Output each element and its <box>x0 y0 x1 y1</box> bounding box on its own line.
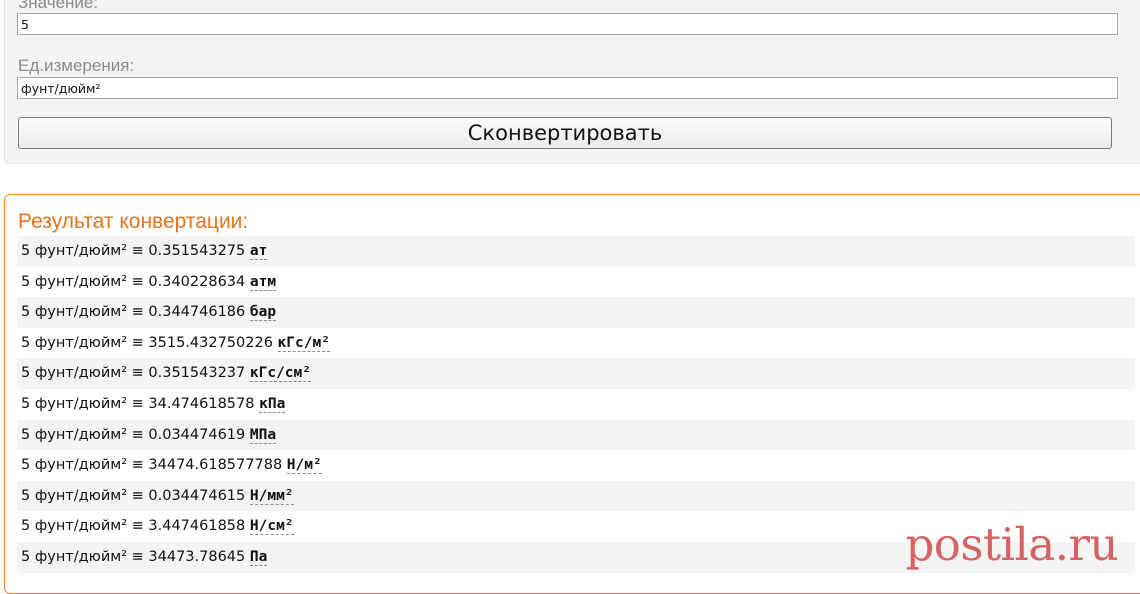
result-text: 5 фунт/дюйм² ≡ 0.351543237 <box>21 365 250 382</box>
convert-button[interactable]: Сконвертировать <box>18 117 1112 149</box>
unit-input[interactable] <box>17 77 1118 99</box>
result-row: 5 фунт/дюйм² ≡ 3515.432750226 кГс/м² <box>17 327 1135 359</box>
result-text: 5 фунт/дюйм² ≡ 34.474618578 <box>21 395 260 412</box>
result-row: 5 фунт/дюйм² ≡ 0.344746186 бар <box>17 297 1135 328</box>
unit-abbreviation[interactable]: Па <box>249 548 268 566</box>
result-text: 5 фунт/дюйм² ≡ 0.344746186 <box>21 304 250 321</box>
result-row: 5 фунт/дюйм² ≡ 0.034474615 Н/мм² <box>17 480 1135 512</box>
result-row: 5 фунт/дюйм² ≡ 0.351543237 кГс/см² <box>17 358 1135 389</box>
unit-abbreviation[interactable]: Н/см² <box>249 518 294 536</box>
result-text: 5 фунт/дюйм² ≡ 0.034474619 <box>21 426 250 443</box>
unit-abbreviation[interactable]: атм <box>249 273 277 291</box>
unit-abbreviation[interactable]: кГс/м² <box>277 334 330 352</box>
value-input[interactable] <box>17 13 1118 35</box>
result-text: 5 фунт/дюйм² ≡ 3.447461858 <box>21 518 250 535</box>
result-text: 5 фунт/дюйм² ≡ 34473.78645 <box>21 548 250 565</box>
unit-abbreviation[interactable]: кПа <box>259 395 286 413</box>
result-text: 5 фунт/дюйм² ≡ 3515.432750226 <box>21 334 278 351</box>
result-text: 5 фунт/дюйм² ≡ 0.340228634 <box>21 273 250 290</box>
result-row: 5 фунт/дюйм² ≡ 34474.618577788 Н/м² <box>17 450 1135 481</box>
result-row: 5 фунт/дюйм² ≡ 0.034474619 МПа <box>17 419 1135 451</box>
result-title: Результат конвертации: <box>18 210 249 233</box>
result-text: 5 фунт/дюйм² ≡ 0.034474615 <box>21 487 250 504</box>
result-row: 5 фунт/дюйм² ≡ 0.340228634 атм <box>17 266 1135 298</box>
result-text: 5 фунт/дюйм² ≡ 0.351543275 <box>21 243 250 259</box>
unit-abbreviation[interactable]: бар <box>249 304 277 322</box>
result-text: 5 фунт/дюйм² ≡ 34474.618577788 <box>21 457 287 474</box>
result-row: 5 фунт/дюйм² ≡ 0.351543275 ат <box>17 236 1135 267</box>
unit-label: Ед.измерения: <box>18 56 135 75</box>
result-row: 5 фунт/дюйм² ≡ 34.474618578 кПа <box>17 388 1135 420</box>
unit-abbreviation[interactable]: Н/м² <box>286 457 322 475</box>
unit-abbreviation[interactable]: ат <box>249 243 268 260</box>
unit-abbreviation[interactable]: кГс/см² <box>249 365 311 383</box>
unit-abbreviation[interactable]: Н/мм² <box>249 487 294 505</box>
watermark-logo: postila.ru <box>905 518 1119 571</box>
value-label: Значение: <box>18 0 99 12</box>
unit-abbreviation[interactable]: МПа <box>249 426 277 444</box>
